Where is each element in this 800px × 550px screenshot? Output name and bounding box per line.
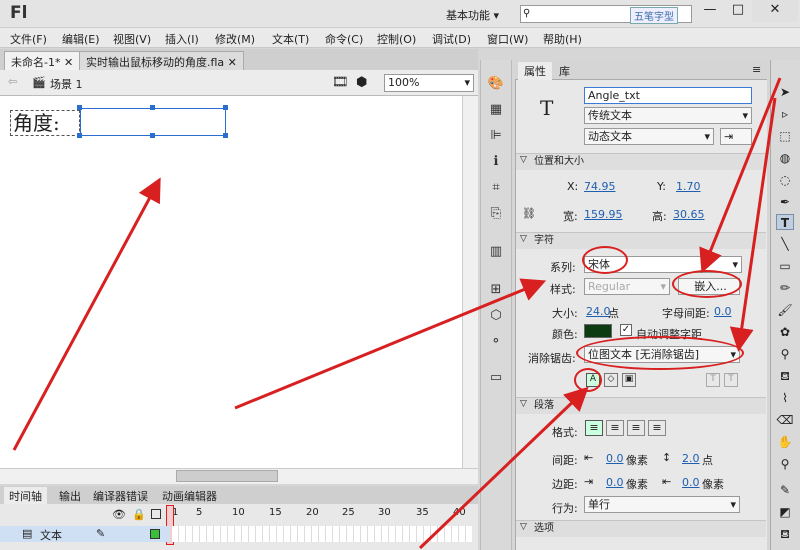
annotation-arrow [234, 278, 547, 410]
annotation-arrows [12, 77, 782, 550]
annotation-arrow [12, 177, 161, 451]
annotation-arrow [699, 77, 782, 274]
annotation-arrow [418, 386, 589, 550]
